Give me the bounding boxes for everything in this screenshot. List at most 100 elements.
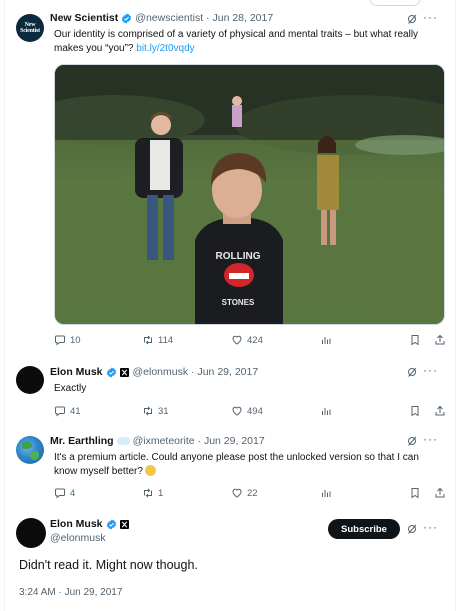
like-button[interactable]: 22	[231, 487, 258, 499]
reply-icon	[55, 335, 65, 346]
avatar[interactable]	[16, 518, 46, 548]
bookmark-button[interactable]	[409, 405, 425, 417]
tweet-actions: 4 1 22	[54, 487, 446, 501]
x-affiliate-icon	[119, 367, 129, 377]
x-affiliate-icon	[119, 519, 129, 529]
like-count: 494	[247, 405, 263, 417]
tweet-text: It's a premium article. Could anyone ple…	[54, 451, 439, 478]
retweet-button[interactable]: 31	[142, 405, 169, 417]
more-icon[interactable]: ···	[423, 521, 438, 533]
heart-icon	[232, 406, 242, 416]
tweet-header: Elon Musk @elonmusk · Jun 29, 2017	[50, 366, 259, 378]
like-count: 22	[247, 487, 258, 499]
handle[interactable]: @ixmeteorite	[133, 435, 195, 447]
grok-icon[interactable]	[406, 13, 418, 25]
views-button[interactable]	[320, 405, 336, 417]
handle-row: @elonmusk	[50, 532, 106, 544]
like-count: 424	[247, 334, 263, 346]
share-button[interactable]	[434, 334, 450, 346]
tweet-text: Our identity is comprised of a variety o…	[54, 28, 439, 55]
bookmark-icon	[411, 406, 419, 417]
reply-count: 4	[70, 487, 76, 499]
cloud-emoji-icon	[116, 437, 130, 445]
views-button[interactable]	[320, 334, 336, 346]
bookmark-button[interactable]	[409, 334, 425, 346]
more-icon[interactable]: ···	[423, 364, 438, 376]
like-button[interactable]: 494	[231, 405, 263, 417]
heart-icon	[232, 488, 242, 498]
grok-icon[interactable]	[406, 523, 418, 535]
tweet-photo[interactable]: ROLLING STONES	[54, 64, 445, 325]
verified-badge-icon	[122, 12, 132, 24]
display-name[interactable]: New Scientist	[50, 12, 118, 24]
tweet-elonmusk-reply[interactable]: Elon Musk @elonmusk · Jun 29, 2017 ··· E…	[5, 356, 455, 428]
bookmark-button[interactable]	[409, 487, 425, 499]
display-name[interactable]: Elon Musk	[50, 518, 103, 530]
bookmark-icon	[411, 488, 419, 499]
avatar[interactable]	[16, 436, 44, 464]
shirt-text-bottom: STONES	[222, 298, 255, 307]
reply-button[interactable]: 41	[54, 405, 81, 417]
reply-count: 10	[70, 334, 81, 346]
tweet-body: It's a premium article. Could anyone ple…	[54, 452, 419, 477]
views-icon	[322, 490, 331, 497]
shirt-text-top: ROLLING	[216, 251, 261, 262]
more-icon[interactable]: ···	[423, 11, 438, 23]
reply-button[interactable]: 4	[54, 487, 75, 499]
tweet-actions: 41 31 494	[54, 405, 446, 419]
handle[interactable]: @elonmusk	[133, 366, 189, 378]
views-button[interactable]	[320, 487, 336, 499]
tweet-mrearthling-reply[interactable]: Mr. Earthling @ixmeteorite · Jun 29, 201…	[5, 428, 455, 512]
tweet-text: Exactly	[54, 383, 87, 394]
avatar[interactable]: New Scientist	[16, 14, 44, 42]
share-icon	[435, 487, 445, 498]
retweet-count: 1	[158, 487, 164, 499]
tweet-actions: 10 114 424	[54, 334, 446, 348]
tweet-header: New Scientist @newscientist · Jun 28, 20…	[50, 12, 274, 24]
share-button[interactable]	[434, 487, 450, 499]
tweet-date[interactable]: Jun 29, 2017	[204, 435, 265, 447]
grok-icon[interactable]	[406, 366, 418, 378]
conversation-thread: New Scientist New Scientist @newscientis…	[4, 0, 456, 611]
views-icon	[322, 337, 331, 344]
tweet-date[interactable]: Jun 28, 2017	[212, 12, 273, 24]
share-icon	[435, 405, 445, 416]
handle[interactable]: @newscientist	[135, 12, 203, 24]
verified-badge-icon	[106, 518, 116, 530]
more-icon[interactable]: ···	[423, 433, 438, 445]
children-in-field-image: ROLLING STONES	[55, 65, 444, 324]
grok-icon[interactable]	[406, 435, 418, 447]
tweet-body: Our identity is comprised of a variety o…	[54, 29, 419, 54]
retweet-icon	[144, 335, 152, 345]
share-button[interactable]	[434, 405, 450, 417]
reply-icon	[55, 406, 65, 417]
reply-icon	[55, 488, 65, 499]
main-tweet-text: Didn't read it. Might now though.	[19, 558, 198, 572]
bookmark-icon	[411, 335, 419, 346]
like-button[interactable]: 424	[231, 334, 263, 346]
tweet-header: Elon Musk	[50, 518, 133, 530]
reply-count: 41	[70, 405, 81, 417]
smirk-emoji-icon	[144, 464, 156, 476]
share-icon	[435, 334, 445, 345]
tweet-newscientist[interactable]: New Scientist New Scientist @newscientis…	[5, 0, 455, 356]
retweet-button[interactable]: 1	[142, 487, 163, 499]
verified-badge-icon	[106, 366, 116, 378]
display-name[interactable]: Mr. Earthling	[50, 435, 114, 447]
retweet-count: 31	[158, 405, 169, 417]
display-name[interactable]: Elon Musk	[50, 366, 103, 378]
tweet-link[interactable]: bit.ly/2t0vqdy	[136, 43, 194, 54]
retweet-icon	[144, 488, 152, 498]
subscribe-button[interactable]: Subscribe	[328, 519, 400, 539]
avatar[interactable]	[16, 366, 44, 394]
views-icon	[322, 408, 331, 415]
heart-icon	[232, 335, 242, 345]
retweet-button[interactable]: 114	[142, 334, 173, 346]
handle[interactable]: @elonmusk	[50, 532, 106, 544]
retweet-count: 114	[158, 334, 174, 346]
avatar-line-2: Scientist	[20, 28, 40, 34]
tweet-header: Mr. Earthling @ixmeteorite · Jun 29, 201…	[50, 435, 265, 447]
tweet-timestamp[interactable]: 3:24 AM · Jun 29, 2017	[19, 587, 122, 598]
reply-button[interactable]: 10	[54, 334, 81, 346]
tweet-date[interactable]: Jun 29, 2017	[197, 366, 258, 378]
